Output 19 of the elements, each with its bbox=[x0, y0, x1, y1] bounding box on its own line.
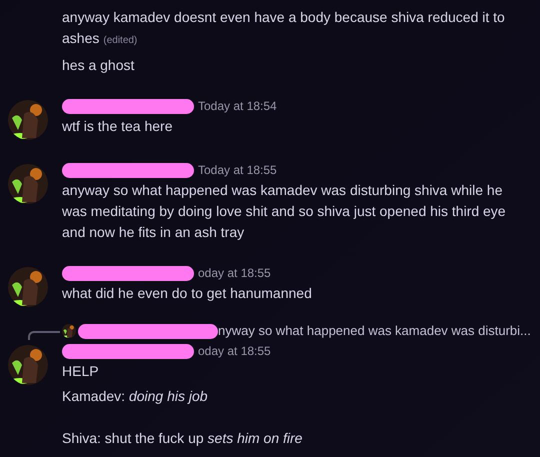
reply-preview[interactable]: nyway so what happened was kamadev was disturbi... bbox=[218, 321, 531, 341]
message-text: what did he even do to get hanumanned bbox=[62, 284, 313, 303]
avatar[interactable] bbox=[62, 324, 76, 338]
message-text: wtf is the tea here bbox=[62, 117, 174, 136]
timestamp: Today at 18:54 bbox=[198, 98, 277, 115]
avatar[interactable] bbox=[8, 164, 48, 204]
message-text: hes a ghost bbox=[62, 56, 136, 75]
avatar[interactable] bbox=[8, 345, 48, 385]
timestamp: oday at 18:55 bbox=[198, 265, 271, 282]
timestamp: Today at 18:55 bbox=[198, 162, 277, 179]
timestamp: oday at 18:55 bbox=[198, 343, 271, 360]
message-text: Kamadev: doing his job Shiva: shut the fuck up sets him on fire bbox=[62, 387, 304, 448]
message-text: anyway kamadev doesnt even have a body because shiva reduced it to ashes (edited) bbox=[62, 8, 506, 48]
avatar[interactable] bbox=[8, 267, 48, 307]
avatar[interactable] bbox=[8, 100, 48, 140]
message-text: HELP bbox=[62, 362, 100, 381]
reply-connector bbox=[28, 331, 60, 340]
message-text: anyway so what happened was kamadev was disturbing shiva while he was meditating by doing love shit and so shiva just opened his third eye and now he fits in an ash tray bbox=[62, 181, 507, 242]
edited-label: (edited) bbox=[103, 35, 138, 46]
